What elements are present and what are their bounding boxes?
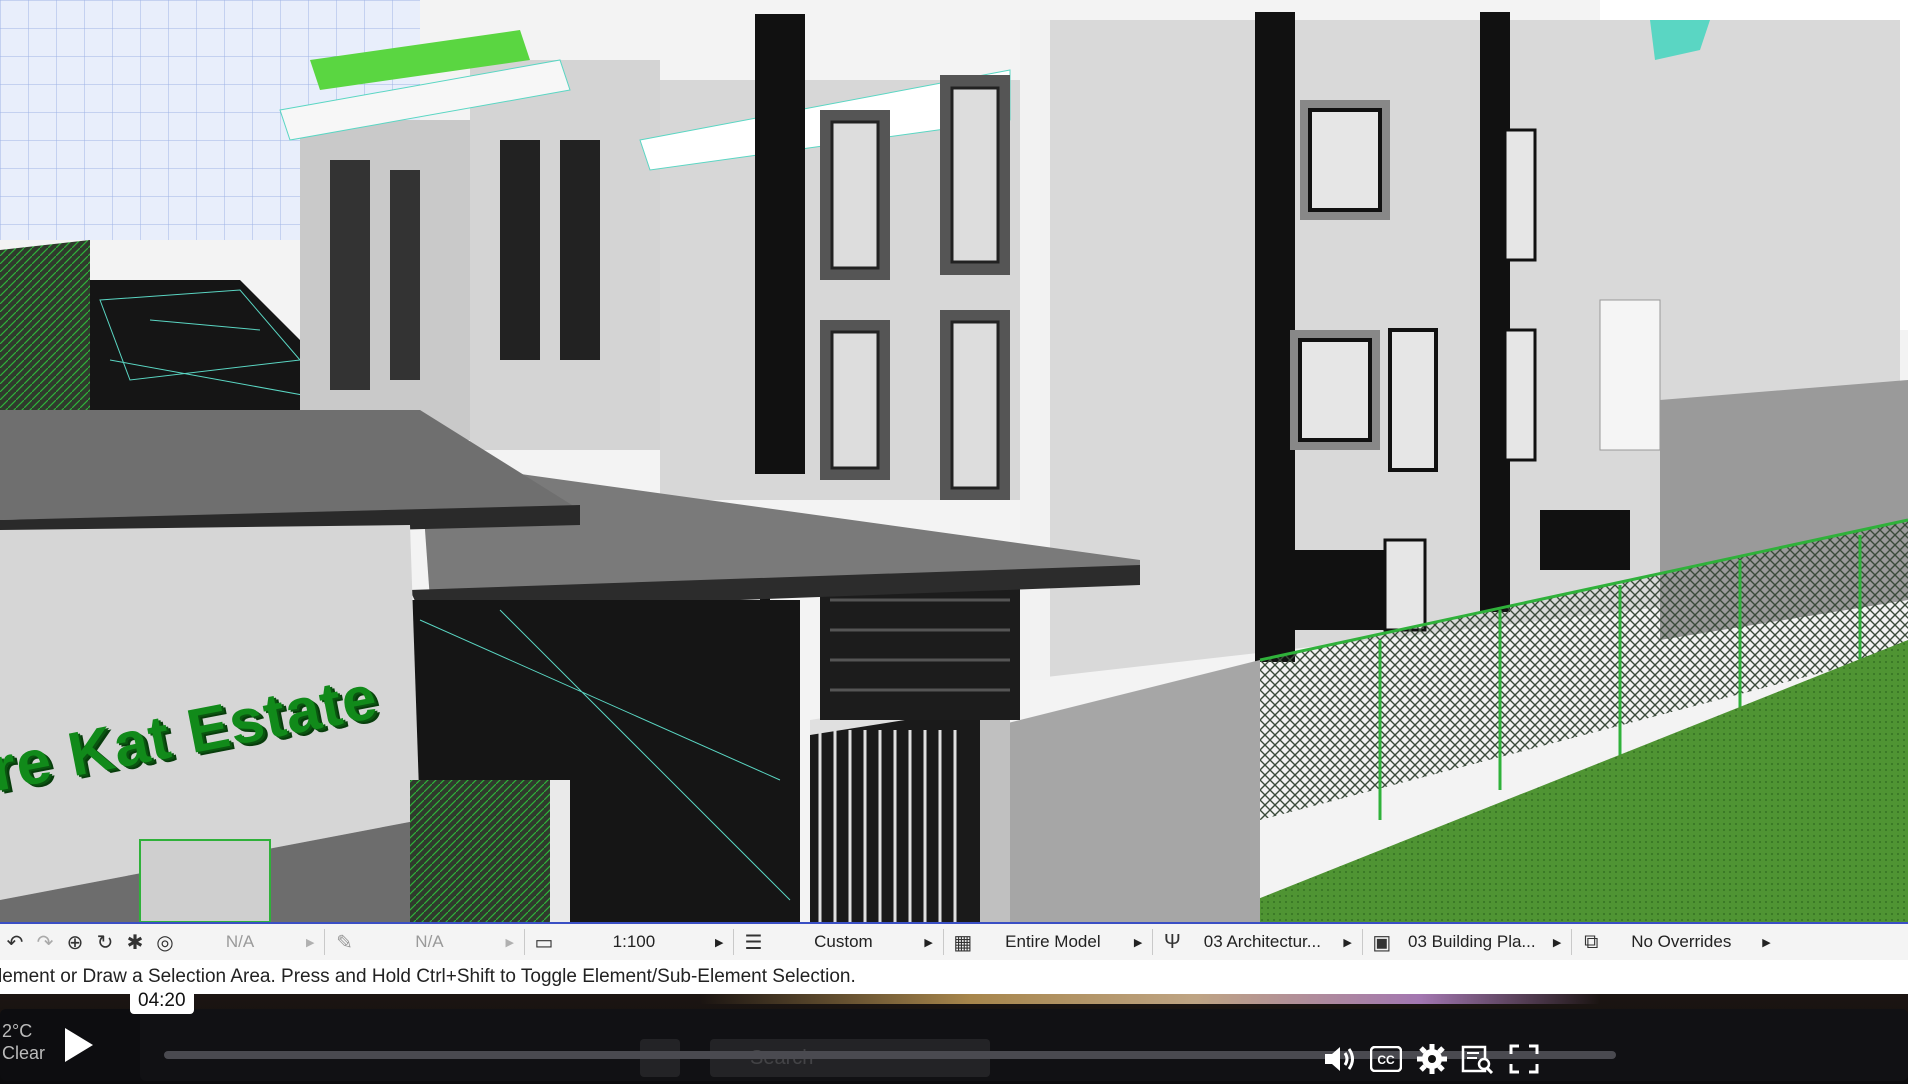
building-model-render xyxy=(0,0,1908,922)
chevron-right-icon: ▶ xyxy=(1133,936,1143,949)
divider xyxy=(1152,929,1154,955)
video-player-controls: 2°C Clear Search CC 04:20 xyxy=(0,988,1908,1084)
status-message: lement or Draw a Selection Area. Press a… xyxy=(0,966,856,987)
divider xyxy=(942,929,944,955)
model-view-value: 03 Building Pla... xyxy=(1408,932,1536,951)
undo-icon[interactable]: ↶ xyxy=(0,927,30,957)
partial-display-value: Entire Model xyxy=(1005,932,1101,951)
settings-gear-icon[interactable] xyxy=(1412,1039,1452,1079)
closed-captions-icon[interactable]: CC xyxy=(1366,1039,1406,1079)
chevron-right-icon: ▶ xyxy=(306,936,315,949)
status-bar: lement or Draw a Selection Area. Press a… xyxy=(0,960,1908,994)
3d-viewport[interactable]: ire Kat Estate xyxy=(0,0,1908,922)
timestamp-tooltip: 04:20 xyxy=(130,988,194,1014)
graphic-overrides-icon: ⧉ xyxy=(1584,930,1599,953)
overrides-dropdown[interactable]: No Overrides ▶ xyxy=(1606,924,1776,960)
quick-options-bar: ↶ ↷ ⊕ ↻ ✱ ◎ N/A ▶ ✎ N/A ▶ ▭ 1:100 ▶ ☰ Cu… xyxy=(0,922,1908,960)
weather-temperature: 2°C xyxy=(2,1021,33,1041)
overrides-value: No Overrides xyxy=(1631,932,1732,951)
divider xyxy=(1361,929,1363,955)
pen-set-value: 03 Architectur... xyxy=(1203,932,1321,951)
chevron-right-icon: ▶ xyxy=(924,936,933,949)
divider xyxy=(324,929,326,955)
divider xyxy=(1571,929,1573,955)
chevron-right-icon: ▶ xyxy=(1552,936,1562,949)
timeline-bar: Search CC xyxy=(140,1009,1908,1081)
layer-combination-dropdown[interactable]: N/A ▶ xyxy=(180,924,320,960)
graphic-override-dropdown[interactable]: N/A ▶ xyxy=(359,924,519,960)
scale-dropdown[interactable]: 1:100 ▶ xyxy=(559,924,729,960)
play-icon xyxy=(64,1028,93,1062)
divider xyxy=(523,929,525,955)
redo-icon[interactable]: ↷ xyxy=(30,927,60,957)
pen-set-dropdown[interactable]: 03 Architectur... ▶ xyxy=(1187,924,1357,960)
orbit-icon[interactable]: ↻ xyxy=(90,927,120,957)
chevron-right-icon: ▶ xyxy=(714,936,724,949)
divider xyxy=(733,929,735,955)
volume-icon[interactable] xyxy=(1320,1039,1360,1079)
model-view-dropdown[interactable]: 03 Building Pla... ▶ xyxy=(1397,924,1567,960)
video-frame-glow xyxy=(700,994,1600,1004)
layer-combination-value: N/A xyxy=(225,932,255,951)
walk-icon[interactable]: ✱ xyxy=(120,927,150,957)
structure-display-value: Custom xyxy=(814,932,873,951)
scale-ruler-icon: ▭ xyxy=(534,931,554,954)
weather-widget: 2°C Clear xyxy=(2,1020,45,1064)
fit-in-window-icon[interactable]: ◎ xyxy=(150,927,180,957)
weather-description: Clear xyxy=(2,1043,46,1063)
structure-display-dropdown[interactable]: Custom ▶ xyxy=(768,924,938,960)
chevron-right-icon: ▶ xyxy=(1343,936,1352,949)
chevron-right-icon: ▶ xyxy=(505,936,514,949)
structure-display-icon: ☰ xyxy=(744,931,763,954)
chevron-right-icon: ▶ xyxy=(1762,936,1771,949)
pen-set-icon: ✎ xyxy=(336,931,353,954)
transcript-search-icon[interactable] xyxy=(1458,1039,1498,1079)
model-view-icon: ▣ xyxy=(1372,931,1392,954)
svg-text:CC: CC xyxy=(1377,1053,1395,1067)
pen-icon: Ψ xyxy=(1163,930,1181,953)
scale-value: 1:100 xyxy=(612,932,656,951)
partial-structure-icon: ▦ xyxy=(953,931,973,954)
graphic-override-value: N/A xyxy=(415,932,444,951)
fullscreen-icon[interactable] xyxy=(1504,1039,1544,1079)
partial-display-dropdown[interactable]: Entire Model ▶ xyxy=(978,924,1148,960)
zoom-in-icon[interactable]: ⊕ xyxy=(60,927,90,957)
